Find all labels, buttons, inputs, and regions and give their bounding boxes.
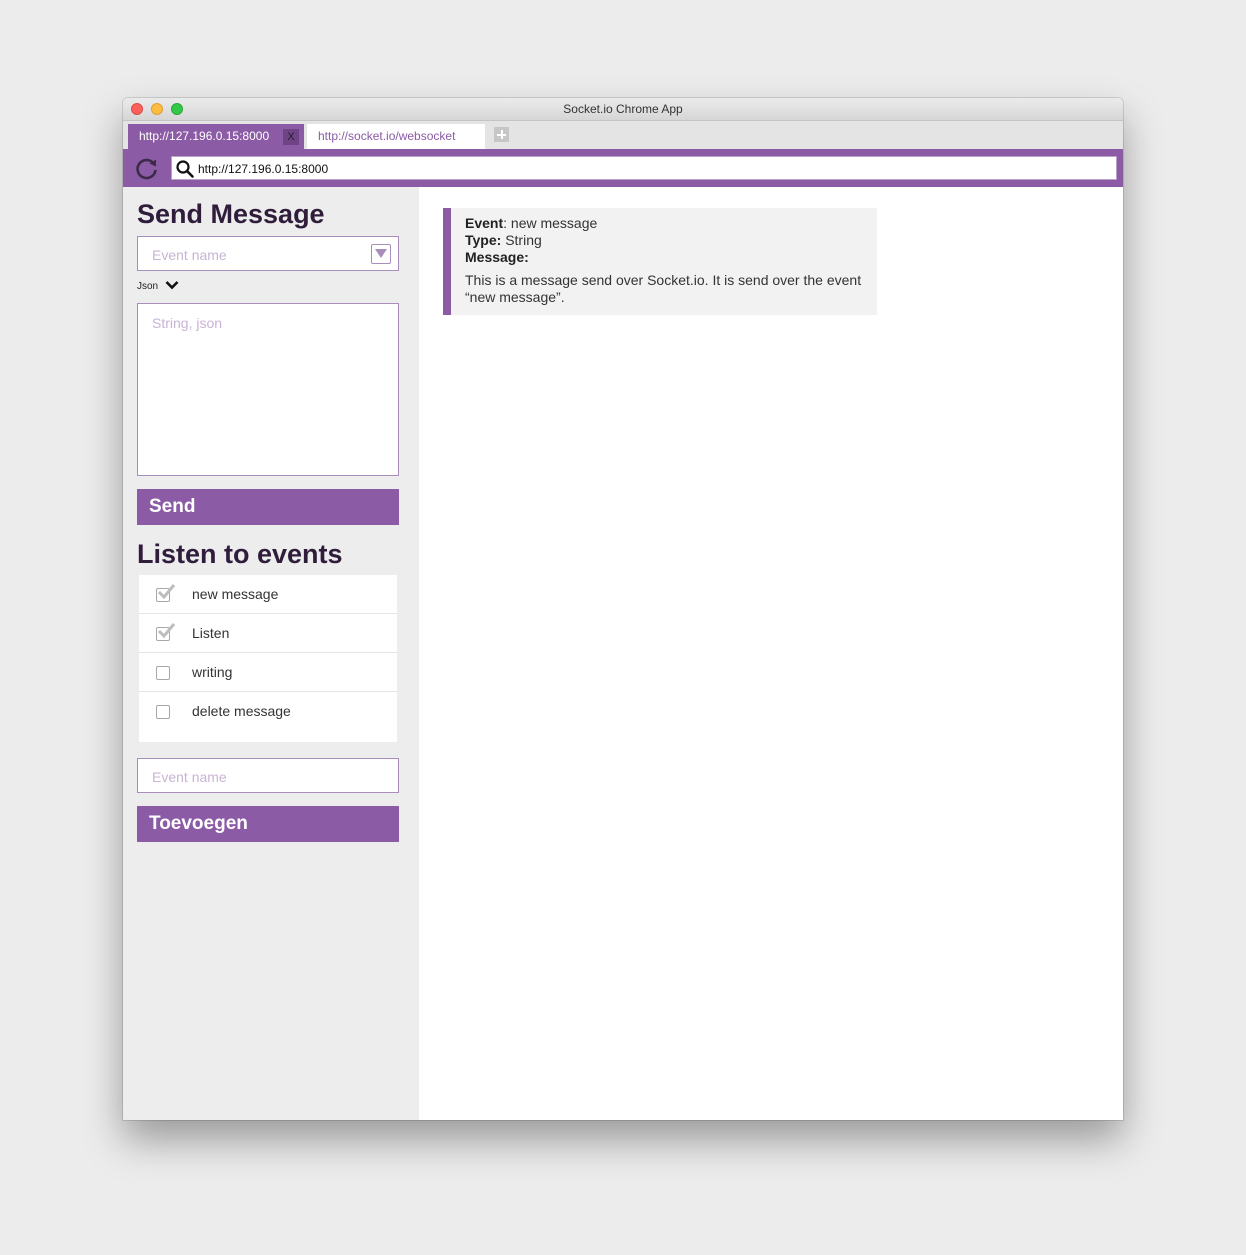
checkbox-checked-icon xyxy=(157,584,176,600)
checkbox-empty-icon[interactable] xyxy=(156,705,170,719)
send-message-heading: Send Message xyxy=(137,199,325,229)
format-label[interactable]: Json xyxy=(137,281,158,292)
event-name-select[interactable]: Event name xyxy=(137,236,399,271)
event-label: delete message xyxy=(192,703,291,719)
type-value: String xyxy=(501,232,542,248)
tab-inactive[interactable]: http://socket.io/websocket xyxy=(307,124,485,149)
message-placeholder: String, json xyxy=(152,315,223,331)
type-line: Type: String xyxy=(465,232,542,248)
listen-events-heading: Listen to events xyxy=(137,539,343,569)
new-event-placeholder: Event name xyxy=(152,769,227,785)
tab-label: http://socket.io/websocket xyxy=(318,129,456,143)
message-key-line: Message: xyxy=(465,249,529,265)
title-bar: Socket.io Chrome App xyxy=(123,98,1123,121)
list-item[interactable]: new message xyxy=(139,575,397,614)
event-label: new message xyxy=(192,586,279,602)
event-list: new message Listen writing delete messag… xyxy=(139,575,397,742)
sidebar: Send Message Event name Json String, jso… xyxy=(123,187,419,1120)
type-key: Type: xyxy=(465,232,502,248)
plus-icon[interactable] xyxy=(494,127,509,142)
message-textarea[interactable]: String, json xyxy=(137,303,399,476)
message-log: Event: new message Type: String Message:… xyxy=(419,187,1123,1120)
chevron-down-icon[interactable] xyxy=(165,280,179,290)
message-body: This is a message send over Socket.io. I… xyxy=(465,272,862,305)
message-card: Event: new message Type: String Message:… xyxy=(443,208,877,315)
checkbox-empty-icon[interactable] xyxy=(156,666,170,680)
event-line: Event: new message xyxy=(465,215,597,231)
reload-icon[interactable] xyxy=(135,157,159,181)
new-event-input[interactable]: Event name xyxy=(137,758,399,793)
checkbox-checked-icon xyxy=(157,623,176,639)
app-window: Socket.io Chrome App http://127.196.0.15… xyxy=(123,98,1123,1120)
window-title: Socket.io Chrome App xyxy=(563,102,683,116)
event-label: Listen xyxy=(192,625,230,641)
tab-active[interactable]: http://127.196.0.15:8000 X xyxy=(128,124,304,149)
url-text: http://127.196.0.15:8000 xyxy=(198,162,329,176)
list-item[interactable]: delete message xyxy=(139,692,397,731)
add-event-button[interactable]: Toevoegen xyxy=(137,806,399,842)
event-name-placeholder: Event name xyxy=(152,247,227,263)
toolbar: http://127.196.0.15:8000 xyxy=(123,149,1123,187)
url-bar[interactable]: http://127.196.0.15:8000 xyxy=(171,156,1117,180)
event-value: : new message xyxy=(503,215,598,231)
event-label: writing xyxy=(192,664,233,680)
tab-label: http://127.196.0.15:8000 xyxy=(139,129,270,143)
list-item[interactable]: Listen xyxy=(139,614,397,653)
send-button[interactable]: Send xyxy=(137,489,399,525)
dropdown-arrow-icon[interactable] xyxy=(371,244,391,264)
tab-bar: http://127.196.0.15:8000 X http://socket… xyxy=(123,121,1123,149)
list-item[interactable]: writing xyxy=(139,653,397,692)
tab-close-button[interactable]: X xyxy=(283,129,299,145)
search-icon xyxy=(176,160,194,178)
message-key: Message: xyxy=(465,249,529,265)
event-key: Event xyxy=(465,215,504,231)
